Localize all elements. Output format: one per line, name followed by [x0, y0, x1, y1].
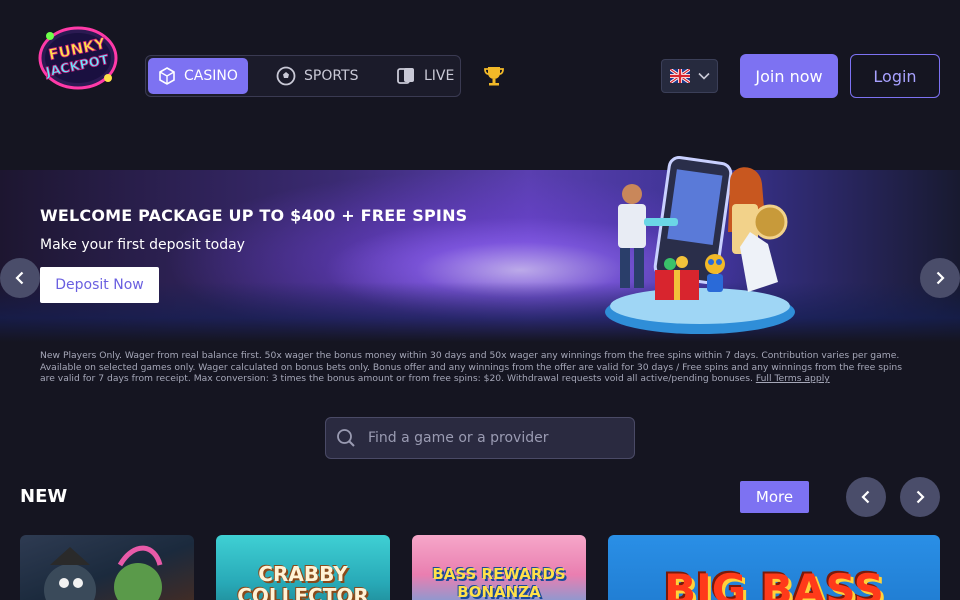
- chevron-right-icon: [916, 490, 925, 504]
- login-button[interactable]: Login: [850, 54, 940, 98]
- join-now-button[interactable]: Join now: [740, 54, 838, 98]
- banner-next-button[interactable]: [920, 258, 960, 298]
- uk-flag-icon: [669, 69, 690, 83]
- promo-banner: WELCOME PACKAGE UP TO $400 + FREE SPINS …: [0, 170, 960, 342]
- game-tile[interactable]: BASS REWARDS BONANZA: [412, 535, 586, 600]
- game-title: BIG BASS: [664, 565, 884, 600]
- banner-subtitle: Make your first deposit today: [40, 237, 245, 253]
- chevron-down-icon: [697, 72, 710, 80]
- chevron-left-icon: [15, 271, 24, 285]
- search-icon: [337, 429, 355, 447]
- product-nav: CASINO SPORTS LIVE: [145, 55, 461, 97]
- chevron-left-icon: [861, 490, 870, 504]
- nav-live-label: LIVE: [424, 68, 455, 84]
- dice-icon: [159, 67, 175, 85]
- full-terms-link[interactable]: Full Terms apply: [756, 373, 830, 384]
- bonus-terms: New Players Only. Wager from real balanc…: [40, 350, 910, 385]
- chevron-right-icon: [936, 271, 945, 285]
- banner-illustration: [600, 152, 800, 342]
- funky-jackpot-logo[interactable]: FUNKY JACKPOT: [36, 24, 120, 92]
- game-tile[interactable]: [20, 535, 194, 600]
- section-title-new: NEW: [20, 486, 68, 507]
- game-search[interactable]: [325, 417, 635, 459]
- game-title: CRABBY COLLECTOR: [237, 562, 369, 600]
- game-title: BASS REWARDS BONANZA: [432, 565, 566, 600]
- nav-sports[interactable]: SPORTS: [276, 58, 376, 94]
- new-prev-button[interactable]: [846, 477, 886, 517]
- trophy-icon[interactable]: [482, 64, 506, 92]
- nav-casino-label: CASINO: [184, 68, 238, 84]
- search-input[interactable]: [368, 430, 618, 446]
- game-tile[interactable]: CRABBY COLLECTOR: [216, 535, 390, 600]
- deposit-now-button[interactable]: Deposit Now: [40, 267, 159, 303]
- nav-casino[interactable]: CASINO: [148, 58, 248, 94]
- banner-title: WELCOME PACKAGE UP TO $400 + FREE SPINS: [40, 206, 468, 225]
- live-cards-icon: [397, 68, 414, 84]
- new-next-button[interactable]: [900, 477, 940, 517]
- banner-prev-button[interactable]: [0, 258, 40, 298]
- nav-live[interactable]: LIVE: [396, 58, 456, 94]
- more-button[interactable]: More: [740, 481, 809, 513]
- game-tile[interactable]: BIG BASS: [608, 535, 940, 600]
- nav-sports-label: SPORTS: [304, 68, 359, 84]
- language-selector[interactable]: [661, 59, 718, 93]
- soccer-ball-icon: [276, 66, 296, 86]
